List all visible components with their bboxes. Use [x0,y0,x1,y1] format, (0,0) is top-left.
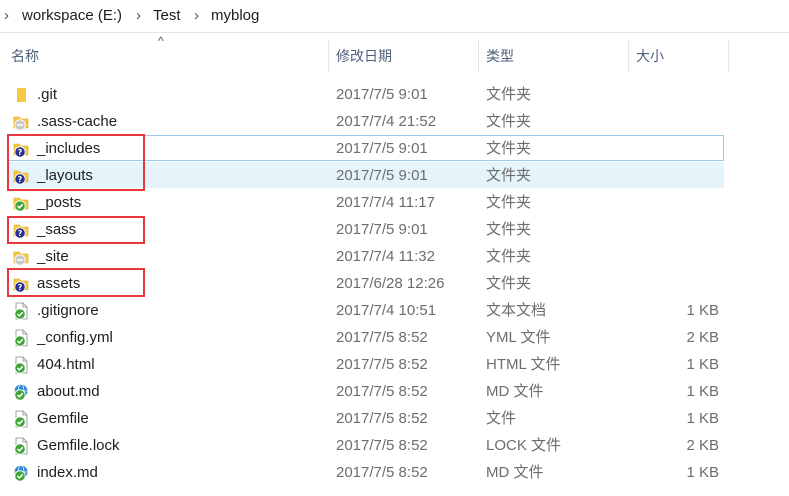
file-date: 2017/7/5 9:01 [336,140,428,157]
file-row[interactable]: _config.yml 2017/7/5 8:52 YML 文件 2 KB [8,324,724,350]
file-type: YML 文件 [486,329,551,346]
file-size: 2 KB [686,437,719,454]
file-type: LOCK 文件 [486,437,562,454]
file-type: 文件夹 [486,275,532,292]
column-header: 名称 ^ 修改日期 类型 大小 [0,34,789,72]
file-row[interactable]: _posts 2017/7/4 11:17 文件夹 [8,189,724,215]
file-row[interactable]: index.md 2017/7/5 8:52 MD 文件 1 KB [8,459,724,485]
file-name: Gemfile.lock [37,437,120,454]
file-date: 2017/7/5 9:01 [336,167,428,184]
file-name: about.md [37,383,100,400]
file-ok-icon [14,410,28,428]
file-type: 文件夹 [486,248,532,265]
file-size: 1 KB [686,302,719,319]
folder-ok-icon [13,197,29,212]
file-size: 2 KB [686,329,719,346]
file-row[interactable]: .gitignore 2017/7/4 10:51 文本文档 1 KB [8,297,724,323]
file-date: 2017/7/4 21:52 [336,113,437,130]
file-date: 2017/7/4 10:51 [336,302,437,319]
file-name: .gitignore [37,302,99,319]
file-type: 文件夹 [486,140,532,157]
file-size: 1 KB [686,383,719,400]
highlight-box [7,216,145,244]
file-type: 文件夹 [486,194,532,211]
file-date: 2017/7/5 8:52 [336,410,428,427]
file-date: 2017/7/5 8:52 [336,464,428,481]
column-header-type[interactable]: 类型 [486,40,514,72]
file-size: 1 KB [686,464,719,481]
column-header-size[interactable]: 大小 [636,40,664,72]
file-type: 文件 [486,410,517,427]
file-size: 1 KB [686,356,719,373]
file-type: MD 文件 [486,464,544,481]
highlight-box [7,134,145,191]
highlight-box [7,268,145,297]
column-divider[interactable] [328,40,329,72]
file-row[interactable]: _site 2017/7/4 11:32 文件夹 [8,243,724,269]
file-date: 2017/7/5 8:52 [336,329,428,346]
chevron-right-icon[interactable]: › [4,7,9,24]
file-name: .git [37,86,58,103]
column-divider[interactable] [628,40,629,72]
column-header-date[interactable]: 修改日期 [336,40,392,72]
breadcrumb-item-myblog[interactable]: myblog [211,7,259,24]
file-name: Gemfile [37,410,89,427]
file-type: 文本文档 [486,302,547,319]
file-name: _site [37,248,69,265]
breadcrumb-item-workspace[interactable]: workspace (E:) [22,7,122,24]
file-row[interactable]: 404.html 2017/7/5 8:52 HTML 文件 1 KB [8,351,724,377]
file-date: 2017/7/4 11:17 [336,194,435,211]
column-divider[interactable] [728,40,729,72]
file-date: 2017/7/5 8:52 [336,383,428,400]
file-name: 404.html [37,356,95,373]
chevron-right-icon[interactable]: › [136,7,141,24]
breadcrumb-divider [0,32,789,33]
file-ok-icon [14,437,28,455]
file-row[interactable]: Gemfile.lock 2017/7/5 8:52 LOCK 文件 2 KB [8,432,724,458]
file-date: 2017/7/5 8:52 [336,437,428,454]
file-type: HTML 文件 [486,356,561,373]
file-type: 文件夹 [486,221,532,238]
file-date: 2017/7/5 9:01 [336,221,428,238]
file-ok-icon [14,329,28,347]
file-type: 文件夹 [486,86,532,103]
file-row[interactable]: .sass-cache 2017/7/4 21:52 文件夹 [8,108,724,134]
column-header-name[interactable]: 名称 [11,40,39,72]
file-name: .sass-cache [37,113,118,130]
folder-icon [17,88,26,102]
browser-ok-icon [14,384,28,401]
file-name: _config.yml [37,329,113,346]
file-ok-icon [14,356,28,374]
sort-ascending-icon: ^ [158,34,164,48]
file-date: 2017/7/5 8:52 [336,356,428,373]
file-size: 1 KB [686,410,719,427]
file-row[interactable]: about.md 2017/7/5 8:52 MD 文件 1 KB [8,378,724,404]
breadcrumb: › workspace (E:) › Test › myblog [0,0,789,32]
file-type: 文件夹 [486,113,532,130]
file-date: 2017/6/28 12:26 [336,275,445,292]
file-type: 文件夹 [486,167,532,184]
file-row[interactable]: Gemfile 2017/7/5 8:52 文件 1 KB [8,405,724,431]
column-divider[interactable] [478,40,479,72]
file-ok-icon [14,302,28,320]
chevron-right-icon[interactable]: › [194,7,199,24]
folder-ignored-icon [13,251,29,266]
file-row[interactable]: .git 2017/7/5 9:01 文件夹 [8,81,724,107]
file-type: MD 文件 [486,383,544,400]
folder-ignored-icon [13,116,29,131]
file-date: 2017/7/5 9:01 [336,86,428,103]
file-name: index.md [37,464,98,481]
breadcrumb-item-test[interactable]: Test [153,7,181,24]
file-name: _posts [37,194,82,211]
browser-ok-icon [14,465,28,482]
file-date: 2017/7/4 11:32 [336,248,435,265]
